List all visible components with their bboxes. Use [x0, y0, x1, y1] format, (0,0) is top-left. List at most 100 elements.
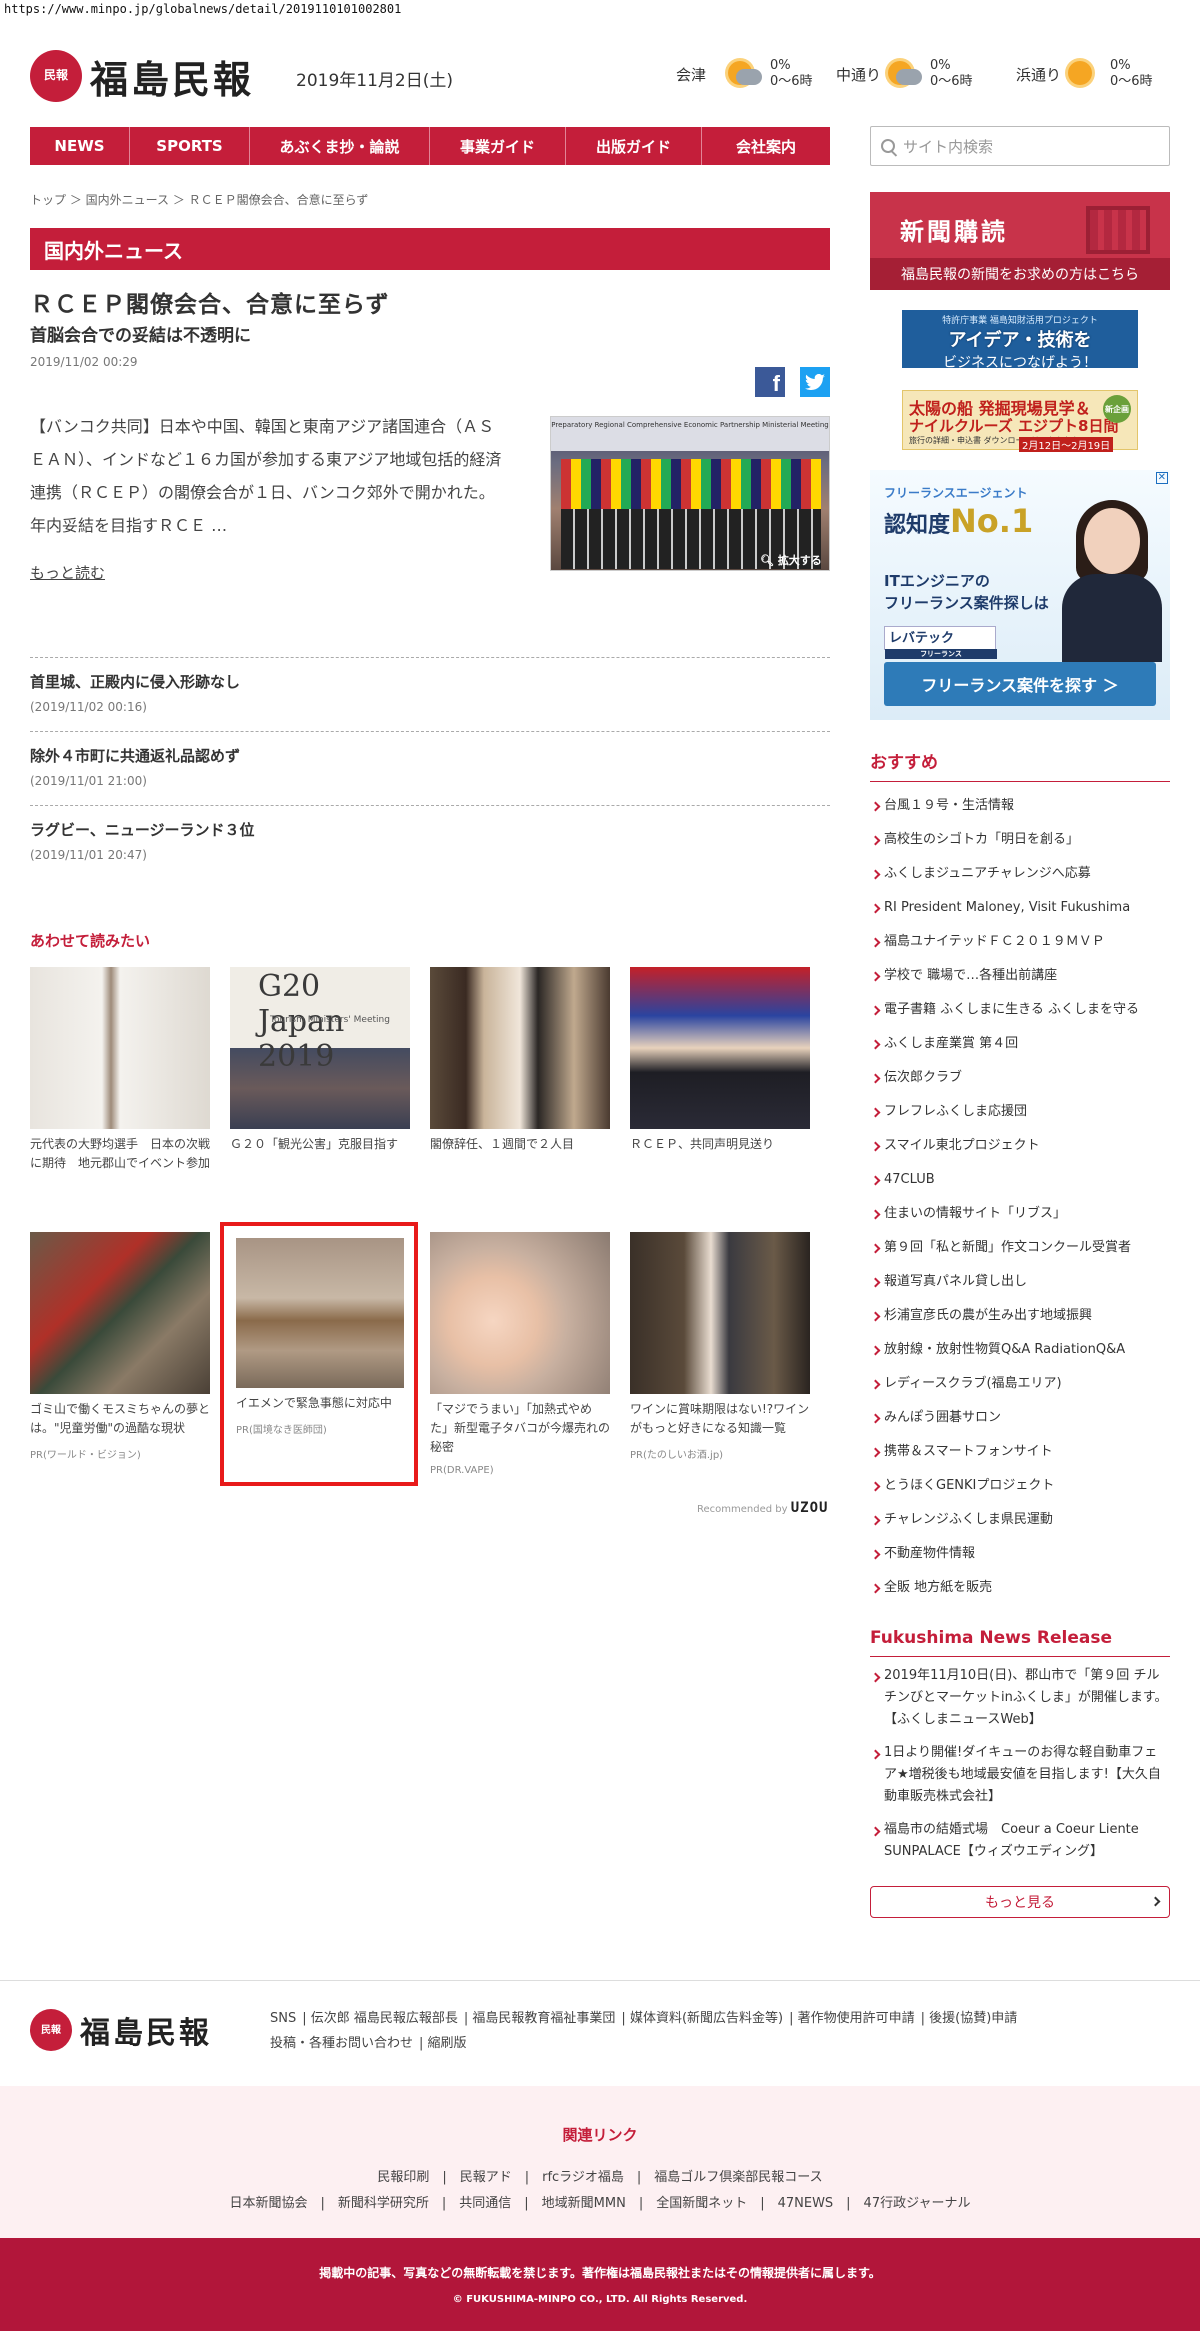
related-title: 首里城、正殿内に侵入形跡なし: [30, 673, 241, 691]
footer-link[interactable]: 福島民報教育福祉事業団: [472, 2011, 615, 2026]
search-input[interactable]: サイト内検索: [870, 126, 1170, 166]
footer-link[interactable]: SNS: [270, 2011, 296, 2026]
recommend-card[interactable]: 「マジでうまい」「加熱式やめた」新型電子タバコが今爆売れの秘密 PR(DR.VA…: [430, 1232, 610, 1476]
recommend-item[interactable]: とうほくGENKIプロジェクト: [870, 1469, 1170, 1503]
chevron-right-icon: [1150, 1896, 1161, 1907]
recommend-item[interactable]: 学校で 職場で…各種出前講座: [870, 959, 1170, 993]
twitter-share-icon[interactable]: [800, 367, 830, 397]
ad-banner-levtech[interactable]: ✕ フリーランスエージェント 認知度No.1 ITエンジニアの フリーランス案件探…: [870, 470, 1170, 720]
recommend-item[interactable]: みんぽう囲碁サロン: [870, 1401, 1170, 1435]
news-release-item[interactable]: 2019年11月10日(日)、郡山市で「第９回 チルチンびとマーケットinふくし…: [870, 1665, 1170, 1731]
article-timestamp: 2019/11/02 00:29: [30, 355, 138, 369]
recommend-item[interactable]: ふくしま産業賞 第４回: [870, 1027, 1170, 1061]
card-pr-label: PR(ワールド・ビジョン): [30, 1450, 141, 1461]
recommend-card[interactable]: ＲＣＥＰ、共同声明見送り: [630, 967, 810, 1154]
recommend-item[interactable]: スマイル東北プロジェクト: [870, 1129, 1170, 1163]
magnifier-icon: 🔍︎: [760, 554, 774, 567]
article-title: ＲＣＥＰ閣僚会合、合意に至らず: [30, 292, 390, 318]
recommend-card[interactable]: ゴミ山で働くモスミちゃんの夢とは。"児童労働"の過酷な現状 PR(ワールド・ビジ…: [30, 1232, 210, 1461]
weather-nakadori: 中通り 0% 0〜6時: [836, 56, 973, 92]
section-title: 国内外ニュース: [30, 228, 830, 270]
footer-link[interactable]: 後援(協賛)申請: [929, 2011, 1017, 2026]
ad-highlight-text: No.1: [950, 502, 1034, 540]
recommended-by[interactable]: Recommended by UZOU: [697, 1500, 828, 1516]
recommend-item[interactable]: 台風１９号・生活情報: [870, 789, 1170, 823]
card-caption: ゴミ山で働くモスミちゃんの夢とは。"児童労働"の過酷な現状: [30, 1402, 211, 1435]
read-more-link[interactable]: もっと読む: [30, 562, 105, 583]
ad-text: 認知度: [884, 513, 951, 538]
search-icon: [881, 139, 895, 153]
card-thumbnail: [630, 1232, 810, 1394]
related-date: (2019/11/01 20:47): [30, 848, 147, 862]
recommend-item[interactable]: 第９回「私と新聞」作文コンクール受賞者: [870, 1231, 1170, 1265]
uzou-logo: UZOU: [790, 1500, 829, 1516]
levtech-sub: フリーランス: [885, 649, 997, 659]
list-item[interactable]: 首里城、正殿内に侵入形跡なし (2019/11/02 00:16): [30, 657, 830, 731]
recommend-item[interactable]: 不動産物件情報: [870, 1537, 1170, 1571]
nav-publishing[interactable]: 出版ガイド: [566, 127, 702, 165]
weather-time: 0〜6時: [930, 74, 973, 89]
recommend-item[interactable]: 高校生のシゴトカ「明日を創る」: [870, 823, 1170, 857]
article-photo[interactable]: Preparatory Regional Comprehensive Econo…: [550, 416, 830, 571]
recommend-item[interactable]: 伝次郎クラブ: [870, 1061, 1170, 1095]
recommend-item[interactable]: レディースクラブ(福島エリア): [870, 1367, 1170, 1401]
ad-cta-button[interactable]: フリーランス案件を探す ＞: [884, 662, 1156, 706]
zoom-link[interactable]: 🔍︎ 拡大する: [760, 552, 822, 568]
card-caption: Ｇ２０「観光公害」克服目指す: [230, 1137, 399, 1151]
ad-banner-egypt[interactable]: 太陽の船 発掘現場見学＆ ナイルクルーズ エジプト8日間 旅行の詳細・申込書 ダ…: [902, 390, 1138, 452]
recommend-item[interactable]: 報道写真パネル貸し出し: [870, 1265, 1170, 1299]
related-links-row[interactable]: 民報印刷 | 民報アド | rfcラジオ福島 | 福島ゴルフ倶楽部民報コース: [0, 2166, 1200, 2185]
footer-link[interactable]: 媒体資料(新聞広告料金等): [630, 2011, 783, 2026]
nav-news[interactable]: NEWS: [30, 127, 130, 165]
recommend-item[interactable]: 住まいの情報サイト「リブス」: [870, 1197, 1170, 1231]
ad-banner-ip[interactable]: 特許庁事業 福島知財活用プロジェクト アイデア・技術を ビジネスにつなげよう！: [902, 310, 1138, 371]
weather-pct: 0%: [1110, 58, 1131, 73]
weather-aizu: 会津 0% 0〜6時: [676, 56, 813, 92]
nav-abukuma[interactable]: あぶくま抄・論説: [250, 127, 430, 165]
recommend-card[interactable]: G20 Japan 2019 Tourism Ministers' Meetin…: [230, 967, 410, 1154]
breadcrumb[interactable]: トップ ＞ 国内外ニュース ＞ ＲＣＥＰ閣僚会合、合意に至らず: [30, 191, 368, 208]
footer-link[interactable]: 縮刷版: [428, 2036, 467, 2051]
recommend-item[interactable]: チャレンジふくしま県民運動: [870, 1503, 1170, 1537]
recommend-item[interactable]: ふくしまジュニアチャレンジへ応募: [870, 857, 1170, 891]
close-icon[interactable]: ✕: [1155, 472, 1168, 484]
related-links-row[interactable]: 日本新聞協会 | 新聞科学研究所 | 共同通信 | 地域新聞MMN | 全国新聞…: [0, 2192, 1200, 2211]
footer-link[interactable]: 著作物使用許可申請: [798, 2011, 915, 2026]
recommend-item[interactable]: フレフレふくしま応援団: [870, 1095, 1170, 1129]
news-release-item[interactable]: 1日より開催!ダイキューのお得な軽自動車フェア★増税後も地域最安値を目指します!…: [870, 1742, 1170, 1808]
cloud-sun-icon: [722, 57, 766, 91]
related-title: 除外４市町に共通返礼品認めず: [30, 747, 241, 765]
recommend-item[interactable]: 携帯＆スマートフォンサイト: [870, 1435, 1170, 1469]
recommend-item[interactable]: 杉浦宣彦氏の農が生み出す地域振興: [870, 1299, 1170, 1333]
nav-sports[interactable]: SPORTS: [130, 127, 250, 165]
recommend-item[interactable]: 放射線・放射性物質Q&A RadiationQ&A: [870, 1333, 1170, 1367]
recommend-item[interactable]: 電子書籍 ふくしまに生きる ふくしまを守る: [870, 993, 1170, 1027]
article-lead: 【バンコク共同】日本や中国、韓国と東南アジア諸国連合（ＡＳＥＡＮ）、インドなど１…: [30, 417, 502, 535]
recommend-card[interactable]: 元代表の大野均選手 日本の次戦に期待 地元郡山でイベント参加: [30, 967, 210, 1173]
see-more-button[interactable]: もっと見る: [870, 1886, 1170, 1918]
nav-company[interactable]: 会社案内: [702, 127, 830, 165]
list-item[interactable]: 除外４市町に共通返礼品認めず (2019/11/01 21:00): [30, 731, 830, 805]
list-item[interactable]: ラグビー、ニュージーランド３位 (2019/11/01 20:47): [30, 805, 830, 879]
footer-links: SNS | 伝次郎 福島民報広報部長 | 福島民報教育福祉事業団 | 媒体資料(新聞広…: [270, 2011, 1018, 2051]
footer-link[interactable]: 投稿・各種お問い合わせ: [270, 2036, 413, 2051]
nav-business[interactable]: 事業ガイド: [430, 127, 566, 165]
subscribe-banner[interactable]: 新聞購読 福島民報の新聞をお求めの方はこちら: [870, 192, 1170, 290]
ad-text: フリーランス案件探しは: [884, 594, 1049, 612]
site-logo[interactable]: 民報 福島民報: [30, 48, 285, 104]
footer-logo[interactable]: 民報 福島民報: [30, 2008, 212, 2052]
recommend-heading: おすすめ: [870, 748, 1170, 782]
weather-city: 中通り: [836, 65, 882, 84]
footer-link[interactable]: 伝次郎 福島民報広報部長: [311, 2011, 458, 2026]
recommend-card[interactable]: ワインに賞味期限はない!?ワインがもっと好きになる知識一覧 PR(たのしいお酒.…: [630, 1232, 810, 1461]
news-release-item[interactable]: 福島市の結婚式場 Coeur a Coeur Liente SUNPALACE【…: [870, 1819, 1170, 1863]
recommend-item[interactable]: 47CLUB: [870, 1163, 1170, 1197]
recommend-card[interactable]: 閣僚辞任、１週間で２人目: [430, 967, 610, 1154]
recommend-section: おすすめ 台風１９号・生活情報 高校生のシゴトカ「明日を創る」 ふくしまジュニア…: [870, 748, 1170, 1605]
recommend-item[interactable]: RI President Maloney, Visit Fukushima: [870, 891, 1170, 925]
copyright-bar: 掲載中の記事、写真などの無断転載を禁じます。著作権は福島民報社またはその情報提供…: [0, 2238, 1200, 2331]
recommend-item[interactable]: 全販 地方紙を販売: [870, 1571, 1170, 1605]
recommend-item[interactable]: 福島ユナイテッドＦＣ２０１９ＭＶＰ: [870, 925, 1170, 959]
g20-sign-subtext: Tourism Ministers' Meeting: [270, 1015, 390, 1025]
facebook-share-icon[interactable]: f: [755, 367, 785, 397]
